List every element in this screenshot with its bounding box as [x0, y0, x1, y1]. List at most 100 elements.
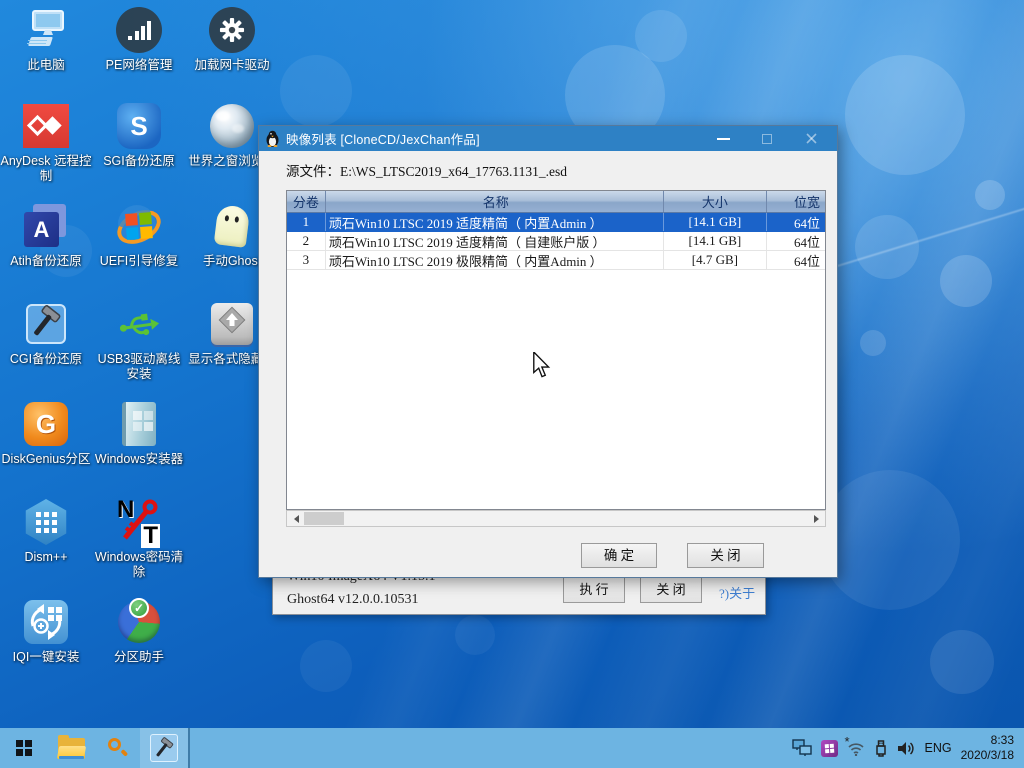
- dism-hexagon-icon: [22, 498, 70, 546]
- dialog-titlebar[interactable]: 映像列表 [CloneCD/JexChan作品]: [259, 126, 837, 151]
- bokeh: [940, 255, 992, 307]
- hammer-icon: [22, 300, 70, 348]
- bokeh: [300, 640, 352, 692]
- col-header-size[interactable]: 大小: [664, 191, 768, 212]
- desktop-icon-iqi-install[interactable]: IQI一键安装: [0, 598, 93, 665]
- table-row[interactable]: 2 顽石Win10 LTSC 2019 适度精简（ 自建账户版 ） [14.1 …: [287, 232, 825, 251]
- desktop-icon-usb3-driver[interactable]: USB3驱动离线安装: [92, 300, 186, 382]
- taskbar-app-ghost-tool[interactable]: [140, 728, 190, 768]
- icon-label: UEFI引导修复: [100, 254, 178, 269]
- language-indicator[interactable]: ENG: [925, 741, 952, 755]
- desktop-icon-anydesk[interactable]: AnyDesk 远程控制: [0, 102, 93, 184]
- cell-volume: 3: [287, 251, 326, 269]
- desktop-icon-dism[interactable]: Dism++: [0, 498, 93, 565]
- network-signal-icon: [115, 6, 163, 54]
- cell-size: [14.1 GB]: [664, 213, 768, 231]
- icon-label: AnyDesk 远程控制: [0, 154, 93, 184]
- bokeh: [635, 10, 687, 62]
- icon-label: Dism++: [24, 550, 67, 565]
- mouse-cursor: [531, 352, 553, 383]
- desktop-icon-win-installer[interactable]: Windows安装器: [92, 400, 186, 467]
- desktop-icon-sgi-backup[interactable]: S SGI备份还原: [92, 102, 186, 169]
- volume-icon[interactable]: [897, 740, 916, 757]
- iqi-icon: [22, 598, 70, 646]
- search-icon: [106, 737, 128, 759]
- hammer-app-icon: [150, 734, 178, 762]
- anydesk-icon: [22, 102, 70, 150]
- ghost-version-text: Ghost64 v12.0.0.10531: [287, 592, 418, 608]
- file-explorer-button[interactable]: [48, 728, 94, 768]
- desktop-icon-partition-assistant[interactable]: ✓ 分区助手: [92, 598, 186, 665]
- icon-label: SGI备份还原: [103, 154, 175, 169]
- bokeh: [455, 615, 495, 655]
- windows-tool-tray-icon[interactable]: [821, 740, 838, 757]
- desktop-icon-this-pc[interactable]: 此电脑: [0, 6, 93, 73]
- taskbar[interactable]: * ENG 8:33 2020/3/18: [0, 728, 1024, 768]
- search-button[interactable]: [94, 728, 140, 768]
- desktop-icon-uefi-fix[interactable]: UEFI引导修复: [92, 202, 186, 269]
- table-row[interactable]: 1 顽石Win10 LTSC 2019 适度精简（ 内置Admin ） [14.…: [287, 213, 825, 232]
- icon-label: 手动Ghost: [203, 254, 261, 269]
- software-box-icon: [115, 400, 163, 448]
- icon-label: Windows安装器: [95, 452, 183, 467]
- gear-icon: [208, 6, 256, 54]
- bokeh: [975, 180, 1005, 210]
- desktop-icon-diskgenius[interactable]: G DiskGenius分区: [0, 400, 93, 467]
- taskbar-clock[interactable]: 8:33 2020/3/18: [961, 733, 1014, 763]
- desktop-icon-pe-network[interactable]: PE网络管理: [92, 6, 186, 73]
- maximize-button[interactable]: [745, 126, 789, 151]
- cell-bits: 64位: [767, 213, 825, 231]
- folder-icon: [58, 738, 85, 759]
- close-button[interactable]: [789, 126, 833, 151]
- about-link[interactable]: ?)关于: [719, 583, 755, 602]
- drive-arrow-icon: [208, 300, 256, 348]
- scrollbar-thumb[interactable]: [304, 512, 344, 525]
- icon-label: 分区助手: [114, 650, 164, 665]
- cell-bits: 64位: [767, 232, 825, 250]
- cell-volume: 1: [287, 213, 326, 231]
- col-header-bits[interactable]: 位宽: [767, 191, 825, 212]
- bokeh: [860, 330, 886, 356]
- execute-button[interactable]: 执 行: [563, 577, 625, 603]
- icon-label: 加载网卡驱动: [194, 58, 269, 73]
- source-file-label: 源文件：: [286, 164, 340, 179]
- wifi-disconnected-icon[interactable]: *: [847, 740, 865, 756]
- col-header-name[interactable]: 名称: [326, 191, 664, 212]
- usb-tray-icon[interactable]: [874, 739, 888, 757]
- bokeh: [280, 55, 352, 127]
- scroll-left-arrow[interactable]: [287, 511, 303, 526]
- horizontal-scrollbar[interactable]: [286, 510, 826, 527]
- uefi-windows-icon: [115, 202, 163, 250]
- ok-button[interactable]: 确 定: [581, 543, 657, 568]
- bokeh: [845, 55, 965, 175]
- bokeh: [820, 470, 960, 610]
- desktop-icon-atih-backup[interactable]: A Atih备份还原: [0, 202, 93, 269]
- close-button-back[interactable]: 关 闭: [640, 577, 702, 603]
- icon-label: 此电脑: [27, 58, 65, 73]
- scroll-right-arrow[interactable]: [809, 511, 825, 526]
- col-header-volume[interactable]: 分卷: [287, 191, 326, 212]
- bokeh: [855, 215, 919, 279]
- table-row[interactable]: 3 顽石Win10 LTSC 2019 极限精简（ 内置Admin ） [4.7…: [287, 251, 825, 270]
- icon-label: DiskGenius分区: [2, 452, 91, 467]
- icon-label: Atih备份还原: [10, 254, 82, 269]
- image-table[interactable]: 分卷 名称 大小 位宽 1 顽石Win10 LTSC 2019 适度精简（ 内置…: [286, 190, 826, 510]
- desktop-icon-cgi-backup[interactable]: CGI备份还原: [0, 300, 93, 367]
- network-computers-icon[interactable]: [792, 739, 812, 757]
- close-button-dialog[interactable]: 关 闭: [687, 543, 764, 568]
- start-button[interactable]: [0, 728, 48, 768]
- minimize-button[interactable]: [701, 126, 745, 151]
- system-tray[interactable]: * ENG 8:33 2020/3/18: [792, 728, 1024, 768]
- cell-size: [14.1 GB]: [664, 232, 768, 250]
- nt-key-icon: N T: [115, 498, 163, 546]
- cell-name: 顽石Win10 LTSC 2019 极限精简（ 内置Admin ）: [326, 251, 664, 269]
- icon-label: USB3驱动离线安装: [92, 352, 186, 382]
- sgi-shield-icon: S: [115, 102, 163, 150]
- dialog-title: 映像列表 [CloneCD/JexChan作品]: [286, 129, 480, 148]
- clock-date: 2020/3/18: [961, 748, 1014, 763]
- desktop-icon-win-password[interactable]: N T Windows密码清除: [92, 498, 186, 580]
- cell-size: [4.7 GB]: [664, 251, 768, 269]
- bokeh: [930, 630, 994, 694]
- icon-label: PE网络管理: [106, 58, 173, 73]
- desktop-icon-load-nic-driver[interactable]: 加载网卡驱动: [185, 6, 279, 73]
